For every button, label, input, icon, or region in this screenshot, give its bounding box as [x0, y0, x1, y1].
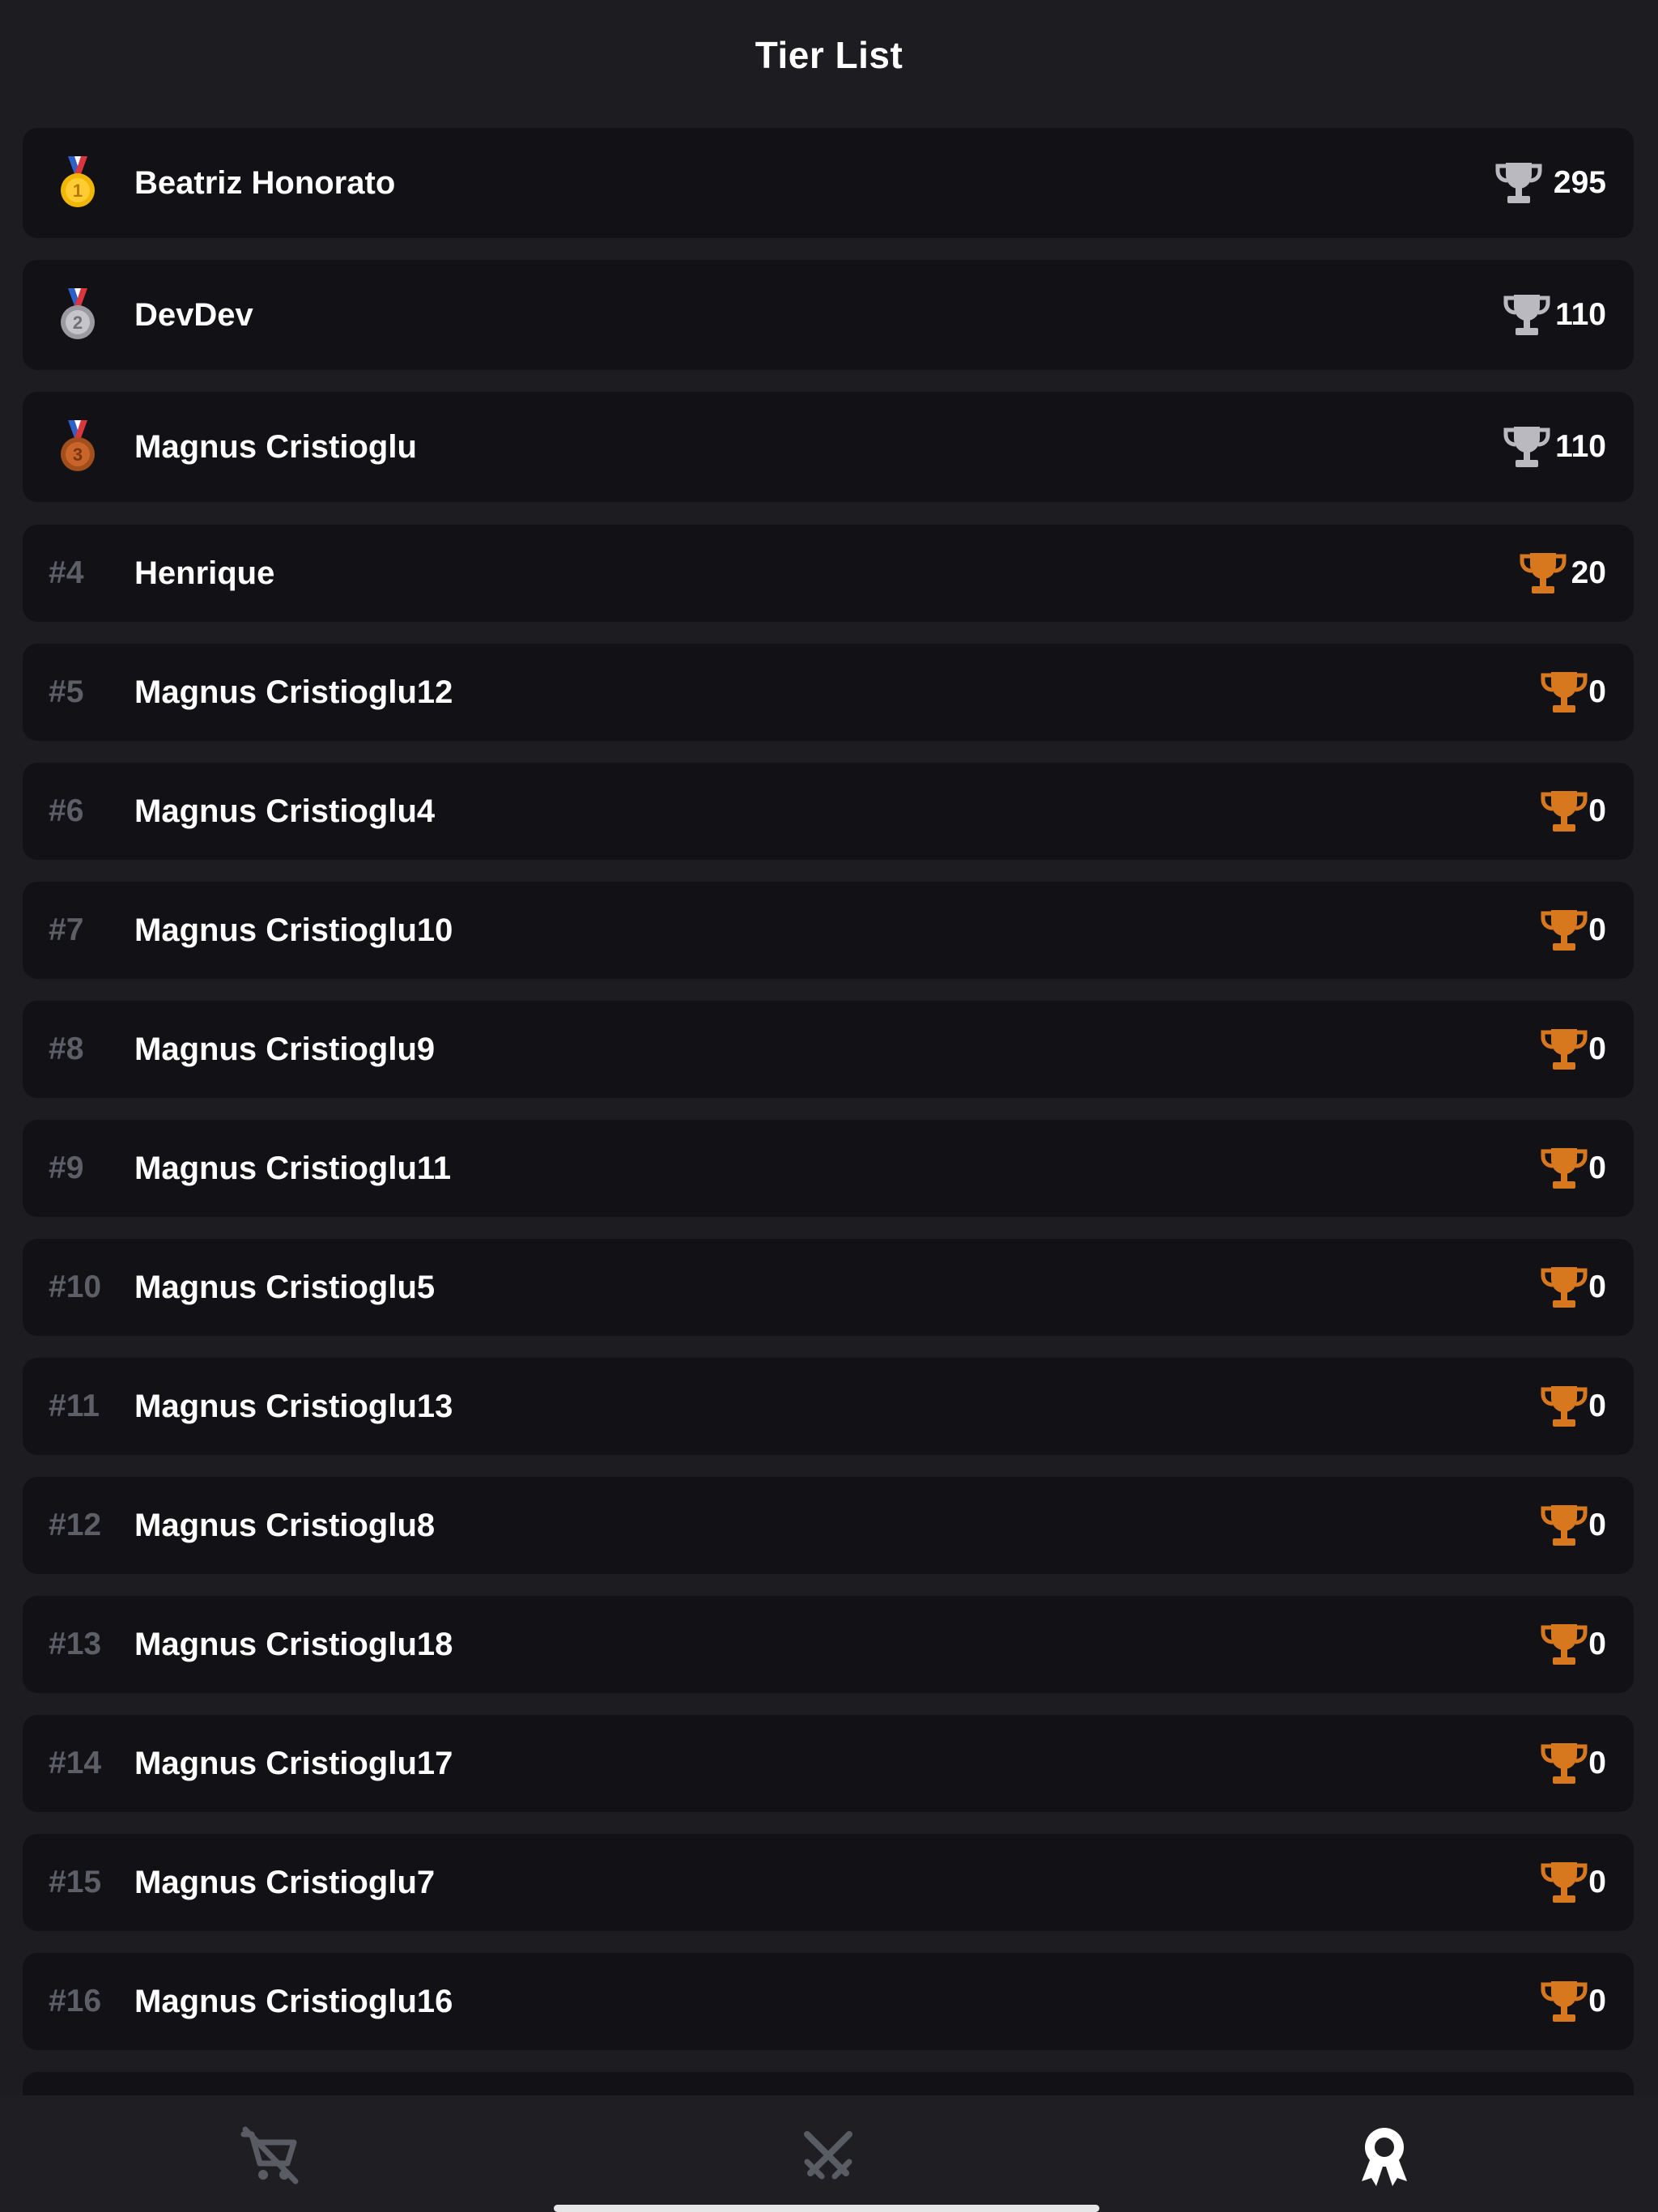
rank-label: #12 [49, 1508, 102, 1542]
leaderboard-row[interactable]: 3 Magnus Cristioglu 110 [23, 392, 1634, 502]
leaderboard-row[interactable]: #11 Magnus Cristioglu13 0 [23, 1358, 1634, 1455]
rank-label: #16 [49, 1984, 102, 2018]
crossed-swords-icon[interactable] [796, 2123, 861, 2188]
rank-label: #11 [49, 1389, 100, 1423]
silver-trophy-icon [1503, 427, 1550, 467]
home-indicator [554, 2205, 1099, 2212]
bronze-trophy-icon [1520, 553, 1567, 593]
page-title: Tier List [755, 34, 903, 76]
leaderboard-row[interactable]: #8 Magnus Cristioglu9 0 [23, 1001, 1634, 1098]
trophy-count: 20 [1571, 555, 1606, 590]
bronze-medal-icon: 3 [61, 420, 95, 471]
silver-trophy-icon [1503, 295, 1550, 335]
player-name: Magnus Cristioglu11 [134, 1150, 452, 1186]
shopping-cart-off-icon[interactable] [237, 2123, 302, 2188]
rank-label: #14 [49, 1746, 102, 1780]
rank-label: #9 [49, 1151, 84, 1185]
leaderboard-row[interactable]: #9 Magnus Cristioglu11 0 [23, 1120, 1634, 1217]
player-name: Magnus Cristioglu8 [134, 1507, 436, 1543]
bronze-trophy-icon [1541, 1148, 1588, 1189]
player-name: Magnus Cristioglu13 [134, 1388, 453, 1424]
bronze-trophy-icon [1541, 1267, 1588, 1308]
leaderboard-row[interactable]: #6 Magnus Cristioglu4 0 [23, 763, 1634, 860]
trophy-count: 110 [1555, 297, 1606, 332]
rank-label: #10 [49, 1270, 102, 1304]
trophy-count: 0 [1588, 1865, 1606, 1899]
trophy-count: 110 [1555, 429, 1606, 464]
trophy-count: 0 [1588, 1627, 1606, 1661]
svg-text:1: 1 [73, 181, 83, 201]
bronze-trophy-icon [1541, 1386, 1588, 1427]
leaderboard-row[interactable]: #12 Magnus Cristioglu8 0 [23, 1477, 1634, 1574]
trophy-count: 0 [1588, 793, 1606, 828]
bronze-trophy-icon [1541, 1743, 1588, 1784]
rank-label: #13 [49, 1627, 102, 1661]
trophy-count: 0 [1588, 1032, 1606, 1066]
player-name: Magnus Cristioglu16 [134, 1983, 453, 2019]
leaderboard-row[interactable]: #7 Magnus Cristioglu10 0 [23, 882, 1634, 979]
rank-label: #15 [49, 1865, 102, 1899]
trophy-count: 0 [1588, 1270, 1606, 1304]
trophy-count: 295 [1553, 165, 1606, 200]
svg-text:2: 2 [73, 313, 83, 333]
rank-label: #6 [49, 793, 84, 828]
player-name: Magnus Cristioglu10 [134, 912, 453, 948]
leaderboard-row[interactable]: #15 Magnus Cristioglu7 0 [23, 1834, 1634, 1931]
trophy-count: 0 [1588, 912, 1606, 947]
bronze-trophy-icon [1541, 1505, 1588, 1546]
player-name: Beatriz Honorato [134, 164, 396, 201]
bronze-trophy-icon [1541, 1624, 1588, 1665]
header: Tier List [0, 0, 1658, 110]
bronze-trophy-icon [1541, 1981, 1588, 2022]
rank-label: #8 [49, 1032, 84, 1066]
trophy-count: 0 [1588, 1508, 1606, 1542]
player-name: Magnus Cristioglu [134, 428, 417, 465]
svg-text:3: 3 [73, 445, 83, 465]
bronze-trophy-icon [1541, 1029, 1588, 1070]
leaderboard-row[interactable]: #14 Magnus Cristioglu17 0 [23, 1715, 1634, 1812]
player-name: Henrique [134, 555, 275, 591]
gold-medal-icon: 1 [61, 156, 95, 207]
leaderboard-row[interactable]: #4 Henrique 20 [23, 525, 1634, 622]
leaderboard-row[interactable]: #5 Magnus Cristioglu12 0 [23, 644, 1634, 741]
leaderboard-row[interactable]: #13 Magnus Cristioglu18 0 [23, 1596, 1634, 1693]
trophy-count: 0 [1588, 1746, 1606, 1780]
tier-list-screen: Tier List 1 Beatriz Honorato 295 2 DevDe… [0, 0, 1658, 2212]
player-name: Magnus Cristioglu4 [134, 793, 436, 829]
award-ribbon-icon[interactable] [1352, 2123, 1417, 2188]
bronze-trophy-icon [1541, 791, 1588, 832]
player-name: Magnus Cristioglu5 [134, 1269, 436, 1305]
player-name: Magnus Cristioglu9 [134, 1031, 436, 1067]
bronze-trophy-icon [1541, 672, 1588, 713]
trophy-count: 0 [1588, 1984, 1606, 2018]
trophy-count: 0 [1588, 674, 1606, 709]
leaderboard-row[interactable]: 1 Beatriz Honorato 295 [23, 128, 1634, 238]
rank-label: #5 [49, 674, 84, 709]
leaderboard-row[interactable]: #10 Magnus Cristioglu5 0 [23, 1239, 1634, 1336]
bottom-tab-bar [0, 2095, 1658, 2212]
player-name: Magnus Cristioglu12 [134, 674, 453, 710]
trophy-count: 0 [1588, 1151, 1606, 1185]
player-name: DevDev [134, 296, 253, 333]
silver-medal-icon: 2 [61, 288, 95, 339]
silver-trophy-icon [1495, 163, 1542, 203]
leaderboard-row[interactable]: 2 DevDev 110 [23, 260, 1634, 370]
bronze-trophy-icon [1541, 1862, 1588, 1903]
rank-label: #7 [49, 912, 84, 947]
bronze-trophy-icon [1541, 910, 1588, 951]
player-name: Magnus Cristioglu7 [134, 1864, 436, 1900]
player-name: Magnus Cristioglu17 [134, 1745, 453, 1781]
player-name: Magnus Cristioglu18 [134, 1626, 453, 1662]
leaderboard-row[interactable]: #16 Magnus Cristioglu16 0 [23, 1953, 1634, 2050]
trophy-count: 0 [1588, 1389, 1606, 1423]
rank-label: #4 [49, 555, 84, 590]
